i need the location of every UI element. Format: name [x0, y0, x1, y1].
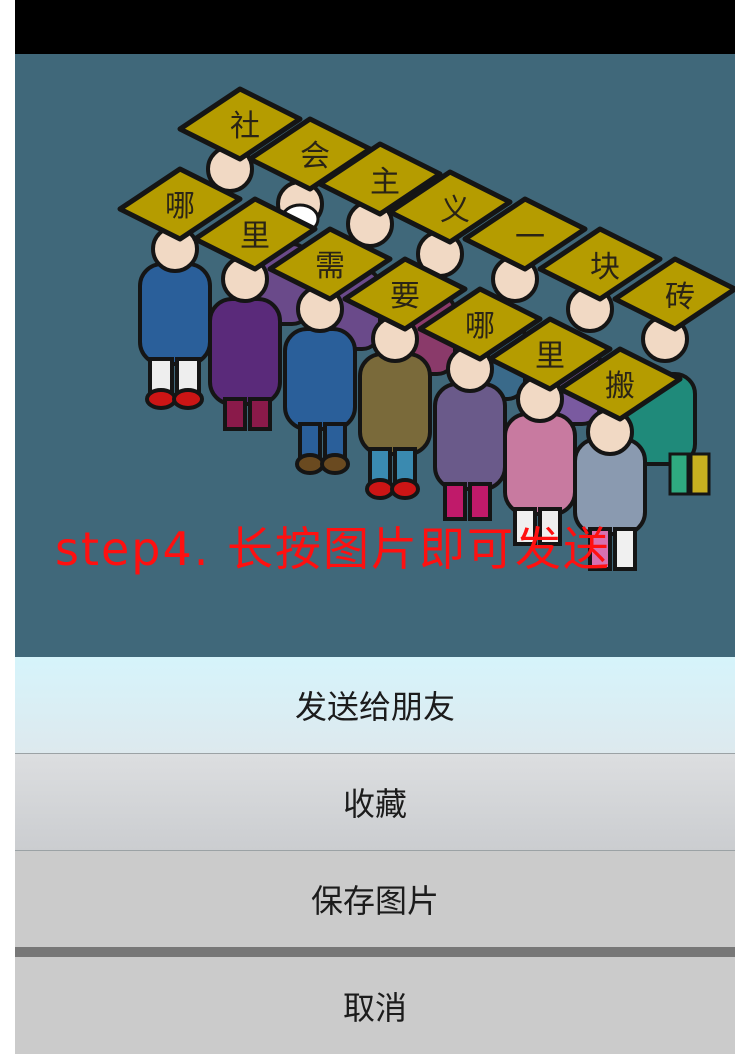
shared-image[interactable]: 社 会 主 义 一 块 砖 哪 里 需 要 哪 里 搬 step4. 长按图片即…: [15, 54, 735, 657]
sign-char: 砖: [665, 280, 695, 315]
sign-char: 里: [535, 339, 565, 374]
sheet-separator: [15, 947, 735, 957]
step-caption: step4. 长按图片即可发送: [55, 522, 612, 576]
phone-screen: 社 会 主 义 一 块 砖 哪 里 需 要 哪 里 搬 step4. 长按图片即…: [15, 0, 735, 1054]
sign-char: 块: [590, 250, 620, 285]
sign-char: 会: [300, 139, 330, 174]
sign-char: 搬: [605, 369, 635, 404]
send-to-friend-button[interactable]: 发送给朋友: [15, 657, 735, 754]
sign-char: 社: [230, 109, 260, 144]
cancel-button[interactable]: 取消: [15, 957, 735, 1054]
sign-char: 一: [515, 220, 545, 255]
sign-char: 哪: [165, 189, 195, 224]
sign-char: 哪: [465, 309, 495, 344]
sign-char: 义: [440, 193, 470, 228]
sign-char: 主: [370, 165, 400, 200]
action-sheet: 发送给朋友 收藏 保存图片 取消: [15, 657, 735, 1054]
sign-char: 里: [240, 219, 270, 254]
sign-char: 需: [315, 249, 345, 284]
sign-char: 要: [390, 279, 420, 314]
save-image-button[interactable]: 保存图片: [15, 851, 735, 947]
favorite-button[interactable]: 收藏: [15, 754, 735, 851]
status-bar: [15, 0, 735, 54]
